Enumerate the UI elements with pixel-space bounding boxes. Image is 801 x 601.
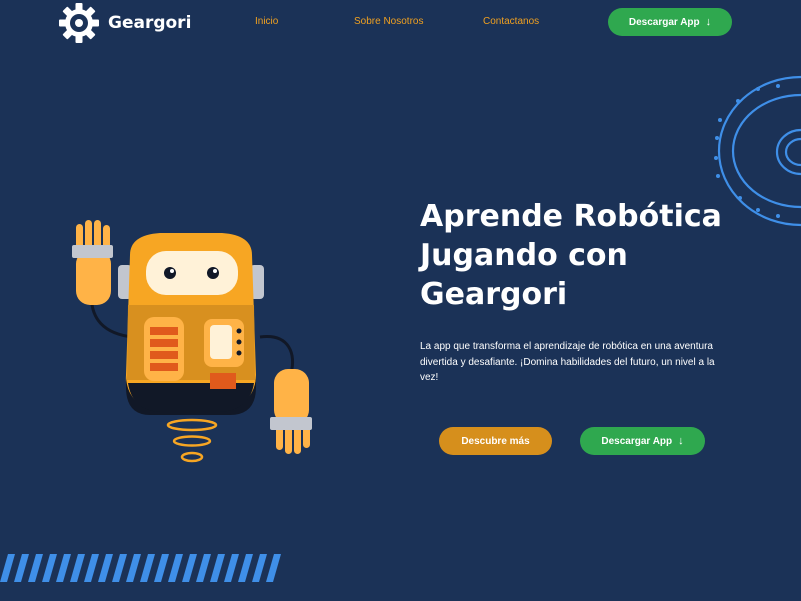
discover-more-button[interactable]: Descubre más (439, 427, 552, 455)
stripe (154, 554, 169, 582)
arrow-down-icon: ↓ (705, 16, 712, 28)
nav-link-sobre-nosotros[interactable]: Sobre Nosotros (354, 16, 423, 27)
header-download-label: Descargar App (628, 16, 700, 28)
stripe (252, 554, 267, 582)
stripe (98, 554, 113, 582)
stripe (70, 554, 85, 582)
stripe (196, 554, 211, 582)
stripe (112, 554, 127, 582)
stripe (14, 554, 29, 582)
stripe (168, 554, 183, 582)
stripe (56, 554, 71, 582)
stripe (126, 554, 141, 582)
stripe (210, 554, 225, 582)
header-download-button[interactable]: Descargar App ↓ (608, 8, 732, 36)
stripe (84, 554, 99, 582)
stripe (0, 554, 15, 582)
stripe (266, 554, 281, 582)
robot-mascot-icon (72, 220, 312, 463)
gear-icon (59, 3, 99, 43)
hero-download-label: Descargar App (601, 435, 673, 447)
hero-title-line-3: Geargori (420, 277, 568, 312)
stripe (42, 554, 57, 582)
stripe (140, 554, 155, 582)
stripes-decoration-icon (0, 554, 281, 582)
stripe (182, 554, 197, 582)
discover-more-label: Descubre más (461, 435, 530, 447)
nav-link-inicio[interactable]: Inicio (255, 16, 278, 27)
hero-download-button[interactable]: Descargar App ↓ (580, 427, 705, 455)
hero-title: Aprende Robótica Jugando con Geargori (420, 197, 780, 314)
stripe (224, 554, 239, 582)
hero-description: La app que transforma el aprendizaje de … (420, 341, 715, 383)
arrow-down-icon: ↓ (678, 435, 684, 447)
stripe (28, 554, 43, 582)
hero-title-line-2: Jugando con (420, 238, 628, 273)
nav-link-contactanos[interactable]: Contactanos (483, 16, 539, 27)
brand-logo[interactable]: Geargori (58, 2, 191, 44)
hero-title-line-1: Aprende Robótica (420, 199, 722, 234)
brand-name: Geargori (108, 13, 192, 33)
stripe (238, 554, 253, 582)
